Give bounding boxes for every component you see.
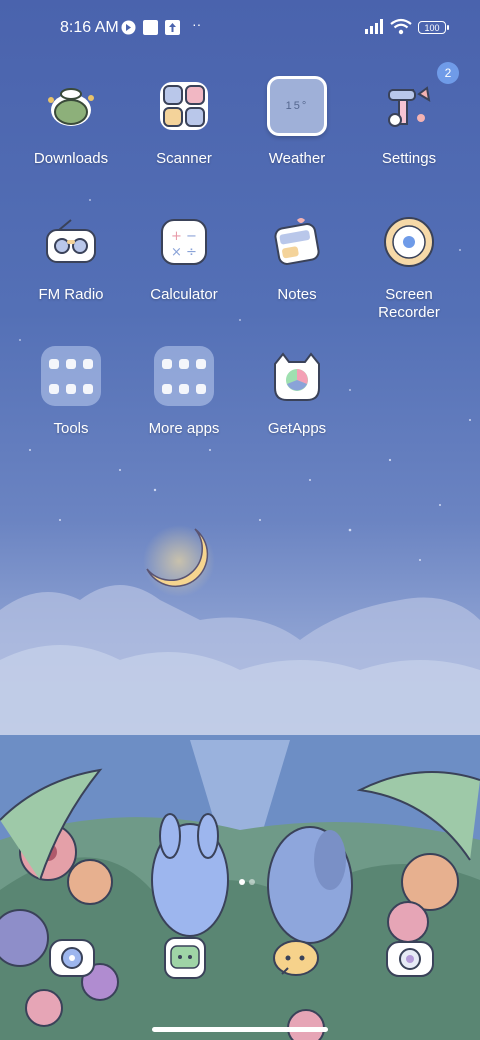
app-calculator[interactable]: + − × ÷ Calculator [129, 212, 239, 304]
downloads-icon [48, 88, 94, 126]
more-dots-icon: ·· [192, 16, 202, 32]
messages-icon [164, 937, 206, 979]
svg-text:÷: ÷ [186, 245, 197, 260]
screen-recorder-icon [384, 217, 434, 267]
app-downloads[interactable]: Downloads [16, 76, 126, 168]
svg-text:−: − [186, 229, 197, 244]
camera-icon [386, 941, 434, 977]
getapps-icon [274, 352, 320, 401]
app-label: More apps [148, 420, 220, 437]
app-scanner[interactable]: Scanner [129, 76, 239, 168]
chat-icon [273, 940, 319, 976]
status-bar: 8:16 AM ·· 100 [0, 0, 480, 56]
more-apps-folder-icon [154, 346, 214, 406]
wifi-icon [390, 18, 412, 35]
app-label: FM Radio [38, 286, 104, 303]
calculator-icon: + − × ÷ [161, 219, 207, 265]
signal-icon [365, 19, 383, 34]
app-label: GetApps [267, 420, 327, 437]
home-gesture-bar[interactable] [152, 1027, 328, 1032]
settings-icon [388, 86, 431, 127]
folder-tools[interactable]: Tools [16, 346, 126, 438]
notes-icon [274, 218, 320, 265]
weather-icon: 15° [267, 76, 327, 136]
page-indicator[interactable] [238, 878, 258, 886]
app-label: Downloads [33, 150, 109, 167]
tools-folder-icon [41, 346, 101, 406]
app-getapps[interactable]: GetApps [242, 346, 352, 438]
scanner-icon [160, 82, 208, 130]
dock-phone[interactable] [42, 934, 102, 984]
app-label: Tools [53, 420, 89, 437]
dock-messages[interactable] [155, 934, 215, 984]
app-settings[interactable]: 2 Settings [354, 62, 464, 168]
app-notes[interactable]: Notes [242, 212, 352, 304]
app-label: Scanner [156, 150, 212, 167]
notification-badge: 2 [437, 62, 459, 84]
app-fm-radio[interactable]: FM Radio [16, 212, 126, 304]
svg-text:+: + [171, 229, 182, 244]
vpn-icon [121, 20, 136, 35]
radio-icon [46, 219, 96, 263]
app-label: Calculator [150, 286, 218, 303]
app-label: Screen Recorder [378, 286, 440, 321]
folder-more-apps[interactable]: More apps [129, 346, 239, 438]
upload-icon [165, 20, 180, 35]
app-label: Settings [381, 150, 437, 167]
phone-icon [49, 939, 95, 977]
app-weather[interactable]: 15° Weather [242, 76, 352, 168]
svg-text:×: × [171, 245, 182, 260]
app-label: Notes [277, 286, 317, 303]
notification-square-icon [143, 20, 158, 35]
clock: 8:16 AM [60, 19, 119, 36]
app-screen-recorder[interactable]: Screen Recorder [354, 212, 464, 322]
battery-icon: 100 [418, 21, 449, 34]
app-label: Weather [268, 150, 326, 167]
dock-chat[interactable] [268, 934, 328, 984]
dock-camera[interactable] [381, 934, 441, 984]
